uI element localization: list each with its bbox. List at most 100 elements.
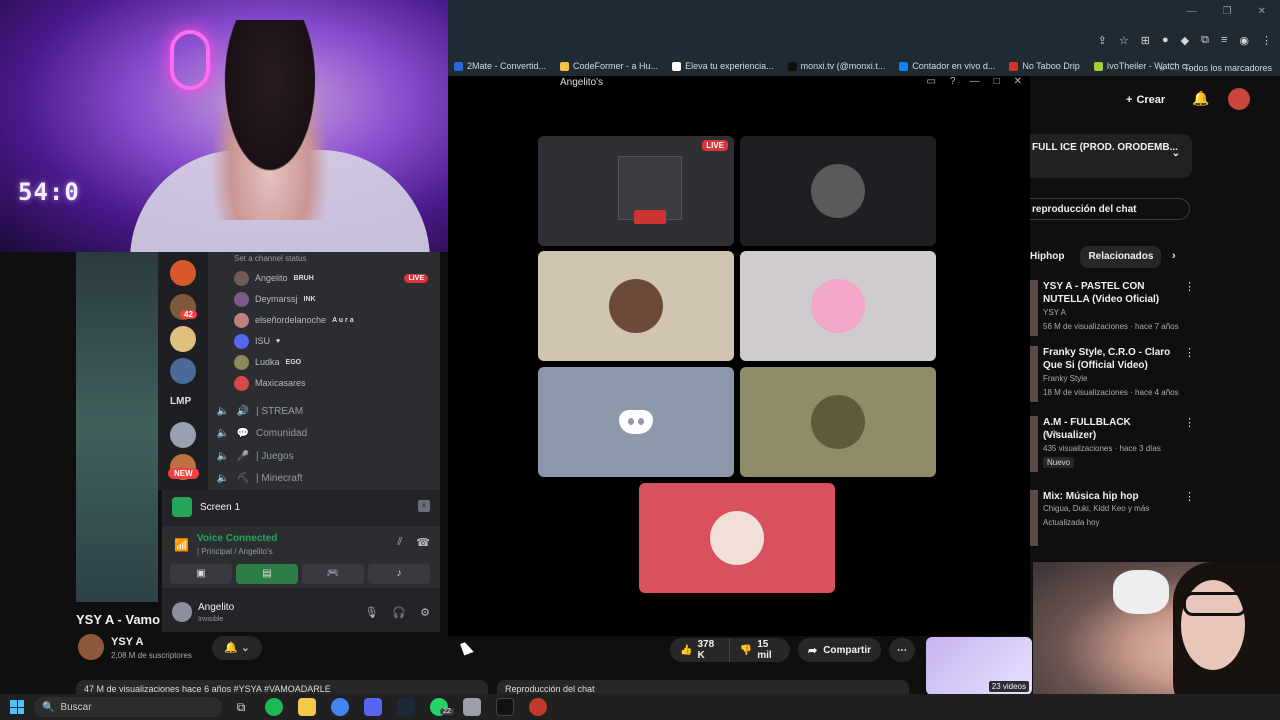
video-title[interactable]: Mix: Música hip hop <box>1043 490 1183 503</box>
discord-icon[interactable] <box>364 698 382 716</box>
channel-item[interactable]: 🔈 🔊 | STREAM <box>216 402 303 420</box>
extension-icon[interactable]: ◆ <box>1181 34 1189 47</box>
participant-tile[interactable] <box>639 483 835 593</box>
voice-channel-label[interactable]: | Principal / Angelito's <box>197 547 273 556</box>
bookmark-item[interactable]: monxi.tv (@monxi.t... <box>787 61 885 71</box>
video-thumbnail[interactable] <box>1030 346 1038 402</box>
more-vert-icon[interactable]: ⋮ <box>1184 280 1195 293</box>
server-lmp[interactable]: LMP <box>170 396 191 407</box>
video-title[interactable]: A.M - FULLBLACK (Visualizer) <box>1043 416 1183 442</box>
recommendation-item[interactable]: YSY A - PASTEL CON NUTELLA (Video Oficia… <box>1030 280 1280 344</box>
channel-name[interactable]: YSY A <box>1043 308 1066 317</box>
camera-off-icon[interactable]: ▣ <box>170 564 232 584</box>
close-icon[interactable]: ✕ <box>1014 76 1022 87</box>
more-vert-icon[interactable]: ⋮ <box>1184 346 1195 359</box>
participant-tile[interactable] <box>740 136 936 246</box>
voice-user[interactable]: Maxicasares <box>234 375 434 391</box>
channel-status[interactable]: Set a channel status <box>234 254 307 263</box>
obs-icon[interactable] <box>529 698 547 716</box>
server-icon[interactable] <box>170 358 196 384</box>
activity-icon[interactable]: 🎮 <box>302 564 364 584</box>
avatar[interactable] <box>1228 88 1250 110</box>
recommendation-item[interactable]: Franky Style, C.R.O - Claro Que Si (Offi… <box>1030 346 1280 410</box>
video-thumbnail[interactable] <box>1030 490 1038 546</box>
channel-name[interactable]: A.M <box>1043 430 1057 439</box>
media-icon[interactable]: ≡ <box>1221 34 1227 47</box>
dislike-button[interactable]: 👎 15 mil <box>730 639 790 661</box>
voice-user[interactable]: elseñordelanoche A u r a <box>234 312 434 328</box>
chevron-right-icon[interactable]: › <box>1172 250 1176 262</box>
voice-user[interactable]: Angelito BRUH LIVE <box>234 270 434 286</box>
like-button[interactable]: 👍 378 K <box>670 638 730 662</box>
screen-share-row[interactable]: Screen 1 × <box>162 490 440 524</box>
server-icon[interactable] <box>170 326 196 352</box>
video-thumbnail[interactable] <box>1030 280 1038 336</box>
disconnect-icon[interactable]: ☎ <box>416 536 430 549</box>
help-icon[interactable]: ? <box>950 76 956 87</box>
server-icon[interactable] <box>170 422 196 448</box>
participant-tile[interactable] <box>538 367 734 477</box>
all-bookmarks[interactable]: » 🗀 Todos los marcadores <box>1160 60 1272 76</box>
profile-icon[interactable]: ◉ <box>1239 34 1249 47</box>
chip-hiphop[interactable]: Hiphop <box>1030 246 1072 268</box>
bookmark-item[interactable]: CodeFormer - a Hu... <box>560 61 658 71</box>
menu-icon[interactable]: ⋮ <box>1261 34 1272 47</box>
task-view-icon[interactable]: ⧉ <box>232 698 250 716</box>
more-bookmarks-icon[interactable]: » <box>1160 63 1165 73</box>
chat-replay-button[interactable]: reproducción del chat <box>1030 198 1190 220</box>
recommendation-item[interactable]: Mix: Música hip hop Chigua, Duki, Kidd Ke… <box>1030 490 1280 554</box>
voice-user[interactable]: ISU ♥ <box>234 333 434 349</box>
stop-share-icon[interactable]: × <box>418 500 430 512</box>
channel-name[interactable]: YSY A <box>111 636 143 648</box>
noise-suppression-icon[interactable]: ⫽ <box>397 536 402 549</box>
participant-tile[interactable] <box>740 367 936 477</box>
chat-replay-panel[interactable]: Reproducción del chat <box>497 680 909 694</box>
soundboard-icon[interactable]: ♪ <box>368 564 430 584</box>
windows-start-icon[interactable] <box>10 700 24 714</box>
install-icon[interactable]: ⇪ <box>1098 34 1107 47</box>
store-icon[interactable] <box>463 698 481 716</box>
close-icon[interactable]: ✕ <box>1258 6 1266 17</box>
username[interactable]: Angelito <box>198 602 234 613</box>
screen-picker-icon[interactable]: ▭ <box>927 76 936 87</box>
channel-item[interactable]: 🔈 ⛏ | Minecraft <box>216 470 303 488</box>
video-title[interactable]: YSY A - PASTEL CON NUTELLA (Video Oficia… <box>1043 280 1183 306</box>
avatar[interactable] <box>172 602 192 622</box>
screen-share-tile[interactable]: LIVE <box>538 136 734 246</box>
screen-share-button[interactable]: ▤ <box>236 564 298 584</box>
voice-user[interactable]: Ludka EGO <box>234 354 434 370</box>
playlist-header[interactable]: FULL ICE (PROD. ORODEMB... ⌄ <box>1030 134 1192 178</box>
star-icon[interactable]: ☆ <box>1119 34 1129 47</box>
video-player[interactable] <box>76 252 158 602</box>
translate-icon[interactable]: ⊞ <box>1141 34 1150 47</box>
recommendation-item[interactable]: A.M - FULLBLACK (Visualizer) A.M 435 visua… <box>1030 416 1280 480</box>
participant-tile[interactable] <box>740 251 936 361</box>
channel-name[interactable]: Chigua, Duki, Kidd Keo y más <box>1043 504 1149 513</box>
bookmark-item[interactable]: No Taboo Drip <box>1009 61 1080 71</box>
chevron-down-icon[interactable]: ⌄ <box>1172 148 1180 159</box>
channel-name[interactable]: Franky Style <box>1043 374 1087 383</box>
channel-avatar[interactable] <box>78 634 104 660</box>
server-icon[interactable] <box>170 260 196 286</box>
bookmark-item[interactable]: Contador en vivo d... <box>899 61 995 71</box>
extension-icon[interactable]: ● <box>1162 34 1169 47</box>
puzzle-icon[interactable]: ⧉ <box>1201 34 1209 47</box>
chip-related[interactable]: Relacionados <box>1080 246 1162 268</box>
voice-connected-label[interactable]: Voice Connected <box>197 533 277 544</box>
signal-icon[interactable]: 📶 <box>174 538 189 552</box>
microphone-icon[interactable]: 🎙 <box>364 606 378 619</box>
notifications-icon[interactable]: 🔔 <box>1192 90 1209 107</box>
voice-user[interactable]: Deymarssj INK <box>234 291 434 307</box>
bookmark-item[interactable]: Eleva tu experiencia... <box>672 61 774 71</box>
restore-icon[interactable]: ❐ <box>1223 6 1232 17</box>
more-button[interactable]: ⋯ <box>889 638 915 662</box>
bookmark-item[interactable]: 2Mate - Convertid... <box>454 61 546 71</box>
spotify-icon[interactable] <box>265 698 283 716</box>
maximize-icon[interactable]: □ <box>994 76 1000 87</box>
steam-icon[interactable] <box>397 698 415 716</box>
more-vert-icon[interactable]: ⋮ <box>1184 416 1195 429</box>
file-explorer-icon[interactable] <box>298 698 316 716</box>
taskbar-search[interactable]: 🔍 Buscar <box>34 697 222 717</box>
playlist-thumbnail[interactable]: 23 videos <box>926 637 1032 695</box>
more-vert-icon[interactable]: ⋮ <box>1184 490 1195 503</box>
